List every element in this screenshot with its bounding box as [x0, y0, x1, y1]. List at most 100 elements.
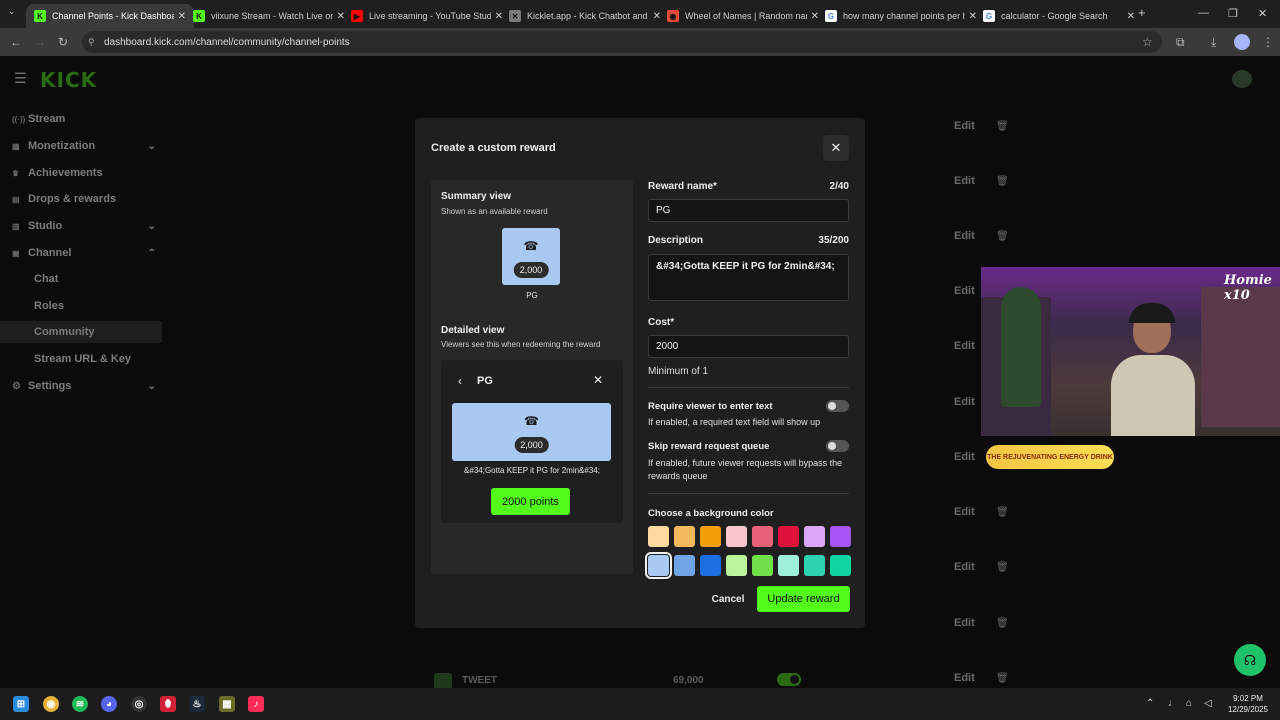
tray-overflow-icon[interactable]: ⌃ [1146, 698, 1154, 709]
restore-icon[interactable]: ❐ [1228, 7, 1238, 20]
browser-tab[interactable]: Gcalculator - Google Search ✕ [975, 4, 1143, 28]
reward-name-input[interactable] [648, 199, 849, 222]
new-tab-button[interactable]: + [1138, 5, 1146, 20]
discord-icon[interactable]: ◕ [101, 696, 117, 712]
color-swatch[interactable] [674, 555, 695, 576]
app-icon[interactable]: ▦ [219, 696, 235, 712]
edit-reward-button[interactable]: Edit [954, 285, 975, 297]
pin-app-icon[interactable]: ⬮ [160, 696, 176, 712]
sidebar-item-drops-rewards[interactable]: ▤ Drops & rewards [12, 189, 162, 209]
color-swatch[interactable] [674, 526, 695, 547]
volume-icon[interactable]: ◁ [1204, 698, 1212, 709]
browser-tab[interactable]: ▶ Live streaming - YouTube Studio ✕ [343, 4, 511, 28]
browser-tab[interactable]: ◉ Wheel of Names | Random nam ✕ [659, 4, 827, 28]
edit-reward-button[interactable]: Edit [954, 672, 975, 684]
color-swatch[interactable] [830, 526, 851, 547]
color-swatch[interactable] [830, 555, 851, 576]
sidebar-item-achievements[interactable]: ♛ Achievements [12, 163, 162, 183]
color-swatch[interactable] [752, 526, 773, 547]
google-icon: G [983, 10, 995, 22]
description-input[interactable] [648, 254, 849, 301]
close-window-icon[interactable]: ✕ [1258, 7, 1267, 20]
download-icon[interactable]: ⤓ [1211, 35, 1216, 50]
browser-tab[interactable]: K Channel Points - Kick Dashboard ✕ [26, 4, 194, 28]
cancel-button[interactable]: Cancel [707, 588, 749, 610]
trash-icon[interactable]: 🗑 [996, 121, 1009, 132]
reload-icon[interactable]: ↻ [58, 35, 68, 49]
extensions-icon[interactable]: ⧉ [1176, 35, 1185, 50]
tab-title: viixune Stream - Watch Live on [211, 11, 333, 21]
back-icon[interactable]: ← [10, 35, 22, 49]
edit-reward-button[interactable]: Edit [954, 175, 975, 187]
color-swatch[interactable] [645, 552, 672, 579]
sidebar-subitem-chat[interactable]: Chat [34, 273, 58, 285]
browser-tab[interactable]: Ghow many channel points per h ✕ [817, 4, 985, 28]
trash-icon[interactable]: 🗑 [996, 562, 1009, 573]
trash-icon[interactable]: 🗑 [996, 507, 1009, 518]
reward-enabled-toggle[interactable] [777, 673, 801, 686]
edit-reward-button[interactable]: Edit [954, 506, 975, 518]
wheel-icon: ◉ [667, 10, 679, 22]
kick-logo[interactable]: KICK [40, 68, 97, 92]
support-chat-button[interactable]: ☊ [1234, 644, 1266, 676]
color-swatch[interactable] [804, 555, 825, 576]
bookmark-star-icon[interactable]: ☆ [1142, 35, 1153, 49]
sidebar-item-monetization[interactable]: ▦ Monetization ⌄ [12, 136, 162, 156]
browser-tab[interactable]: Kviixune Stream - Watch Live on ✕ [185, 4, 353, 28]
network-icon[interactable]: ⌂ [1186, 698, 1192, 709]
sidebar-item-studio[interactable]: ▥ Studio ⌄ [12, 216, 162, 236]
edit-reward-button[interactable]: Edit [954, 396, 975, 408]
chrome-icon[interactable]: ◉ [43, 696, 59, 712]
update-reward-button[interactable]: Update reward [757, 586, 850, 612]
edit-reward-button[interactable]: Edit [954, 340, 975, 352]
color-swatch[interactable] [778, 526, 799, 547]
user-avatar[interactable] [1232, 70, 1252, 88]
hamburger-menu-icon[interactable]: ☰ [14, 70, 27, 87]
site-info-icon[interactable]: ⚲ [88, 37, 95, 48]
url-field[interactable]: ⚲ dashboard.kick.com/channel/community/c… [82, 31, 1162, 53]
sidebar-item-stream[interactable]: ((·)) Stream [12, 109, 162, 129]
trash-icon[interactable]: 🗑 [996, 618, 1009, 629]
color-swatch[interactable] [804, 526, 825, 547]
trash-icon[interactable]: 🗑 [996, 231, 1009, 242]
sidebar-subitem-stream-url-key[interactable]: Stream URL & Key [34, 353, 131, 365]
browser-menu-icon[interactable]: ⋮ [1262, 35, 1274, 49]
color-swatch[interactable] [700, 555, 721, 576]
edit-reward-button[interactable]: Edit [954, 561, 975, 573]
profile-avatar[interactable] [1234, 34, 1250, 50]
edit-reward-button[interactable]: Edit [954, 120, 975, 132]
tab-search-icon[interactable]: ⌄ [8, 6, 16, 17]
url-text: dashboard.kick.com/channel/community/cha… [104, 36, 350, 48]
color-swatch[interactable] [726, 526, 747, 547]
microphone-icon[interactable]: ♩ [1168, 698, 1178, 709]
windows-start-icon[interactable]: ⊞ [13, 696, 29, 712]
tiktok-icon[interactable]: ♪ [248, 696, 264, 712]
edit-reward-button[interactable]: Edit [954, 230, 975, 242]
color-swatch[interactable] [648, 526, 669, 547]
cost-input[interactable] [648, 335, 849, 358]
sidebar-item-channel[interactable]: ▣ Channel ⌃ [12, 243, 162, 263]
close-modal-button[interactable]: ✕ [823, 135, 849, 161]
color-swatch[interactable] [700, 526, 721, 547]
color-swatch[interactable] [726, 555, 747, 576]
sidebar-subitem-roles[interactable]: Roles [34, 300, 64, 312]
browser-tab[interactable]: ✕ Kicklet.app - Kick Chatbot and ✕ [501, 4, 669, 28]
edit-reward-button[interactable]: Edit [954, 451, 975, 463]
system-clock[interactable]: 9:02 PM 12/29/2025 [1222, 693, 1274, 715]
obs-icon[interactable]: ◎ [131, 696, 147, 712]
close-tab-icon[interactable]: ✕ [1127, 11, 1135, 22]
steam-icon[interactable]: ♨ [189, 696, 205, 712]
color-swatch[interactable] [752, 555, 773, 576]
forward-icon[interactable]: → [34, 35, 46, 49]
require-text-toggle[interactable] [826, 400, 849, 412]
sidebar-subitem-community[interactable]: Community [0, 321, 162, 343]
clock-time: 9:02 PM [1233, 694, 1263, 703]
color-swatch[interactable] [778, 555, 799, 576]
minimize-icon[interactable]: — [1198, 7, 1209, 19]
edit-reward-button[interactable]: Edit [954, 617, 975, 629]
trash-icon[interactable]: 🗑 [996, 673, 1009, 684]
sidebar-item-settings[interactable]: ⚙ Settings ⌄ [12, 376, 162, 396]
trash-icon[interactable]: 🗑 [996, 176, 1009, 187]
skip-queue-toggle[interactable] [826, 440, 849, 452]
spotify-icon[interactable]: ≋ [72, 696, 88, 712]
